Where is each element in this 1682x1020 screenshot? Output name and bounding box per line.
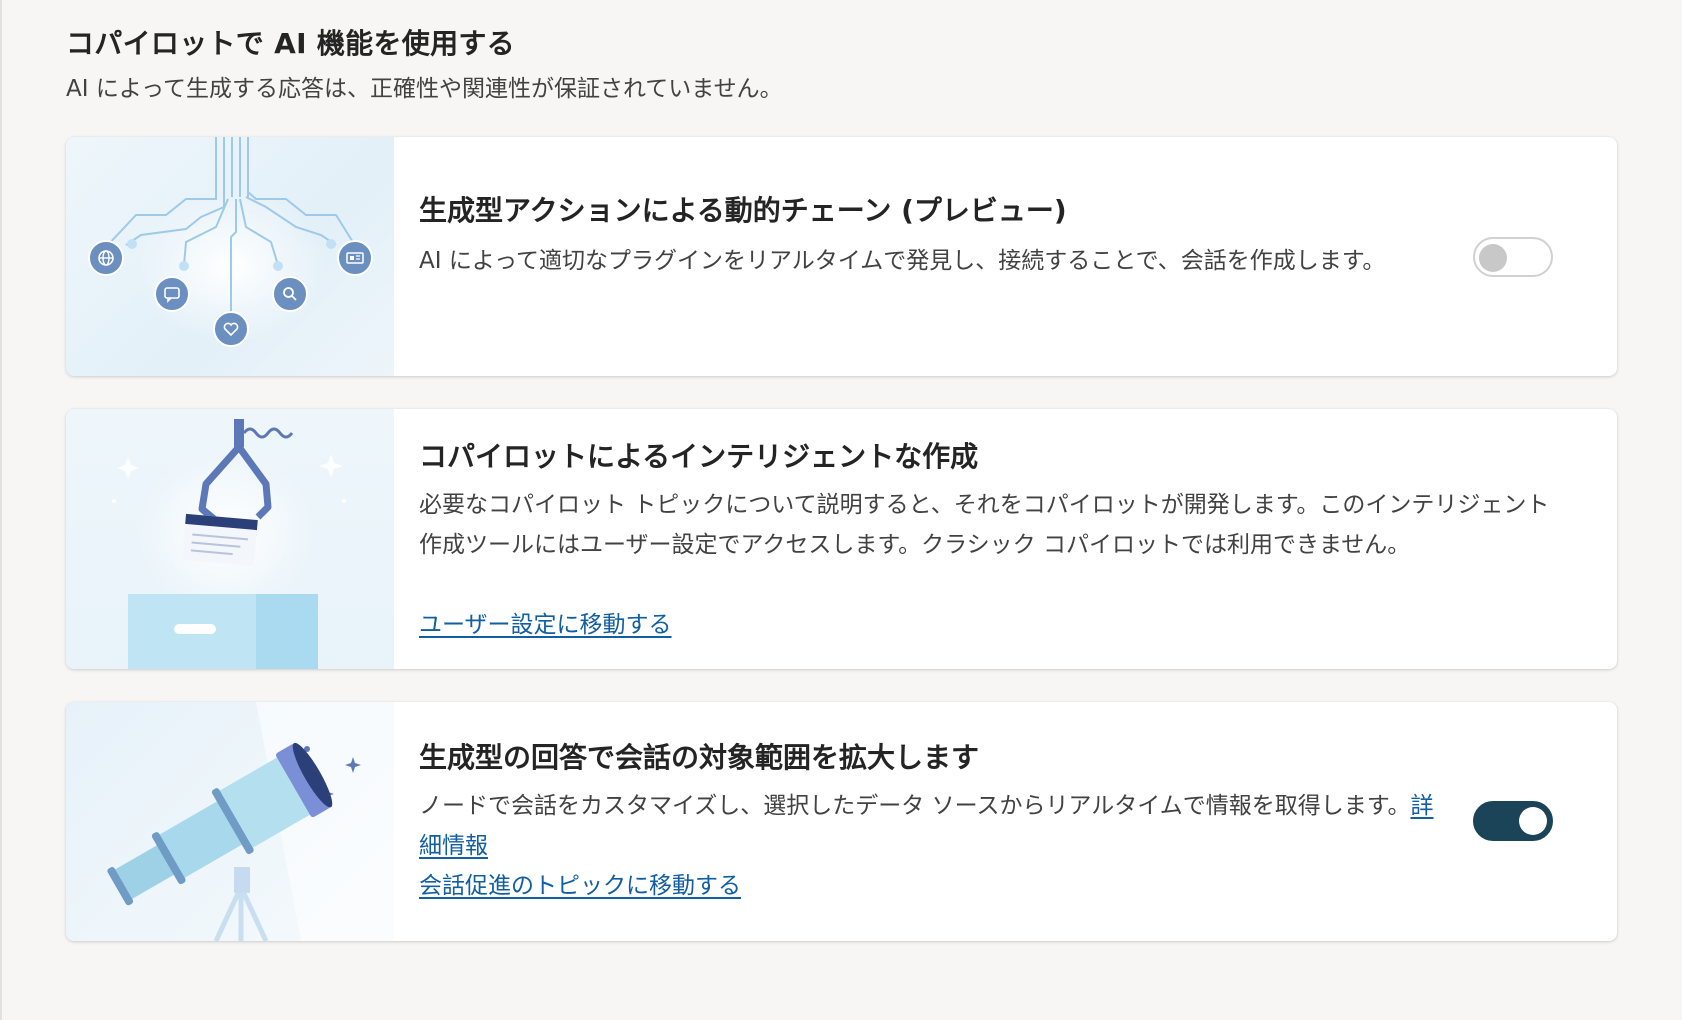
card-generative-actions: 生成型アクションによる動的チェーン (プレビュー) AI によって適切なプラグイ… [66,137,1617,376]
card-description: AI によって適切なプラグインをリアルタイムで発見し、接続することで、会話を作成… [419,248,1386,274]
heart-icon [221,319,241,339]
card-description: 必要なコパイロット トピックについて説明すると、それをコパイロットが開発します。… [419,492,1550,558]
card-description: ノードで会話をカスタマイズし、選択したデータ ソースからリアルタイムで情報を取得… [419,786,1439,866]
globe-icon [96,248,116,268]
card-intelligent-authoring: コパイロットによるインテリジェントな作成 必要なコパイロット トピックについて説… [66,409,1617,669]
user-settings-link[interactable]: ユーザー設定に移動する [419,605,672,645]
news-icon [345,248,365,268]
conversation-boosting-topic-link[interactable]: 会話促進のトピックに移動する [419,866,741,906]
toggle-knob [1479,244,1507,272]
card-title: 生成型の回答で会話の対象範囲を拡大します [419,741,980,774]
toggle-knob [1519,807,1547,835]
telescope-illustration [66,702,394,941]
section-title: コパイロットで AI 機能を使用する [66,27,515,60]
generative-actions-toggle[interactable] [1473,237,1553,277]
search-icon [280,284,300,304]
card-generative-answers: 生成型の回答で会話の対象範囲を拡大します ノードで会話をカスタマイズし、選択した… [66,702,1617,941]
chat-icon [162,284,182,304]
ai-settings-page: コパイロットで AI 機能を使用する AI によって生成する応答は、正確性や関連… [0,0,1682,1020]
claw-machine-illustration [66,409,394,669]
section-subtitle: AI によって生成する応答は、正確性や関連性が保証されていません。 [66,76,783,102]
card-title: コパイロットによるインテリジェントな作成 [419,440,979,473]
left-edge-divider [0,0,2,1020]
plugin-network-illustration [66,137,394,376]
card-title: 生成型アクションによる動的チェーン (プレビュー) [419,194,1067,227]
description-text: ノードで会話をカスタマイズし、選択したデータ ソースからリアルタイムで情報を取得… [419,793,1411,819]
generative-answers-toggle[interactable] [1473,801,1553,841]
